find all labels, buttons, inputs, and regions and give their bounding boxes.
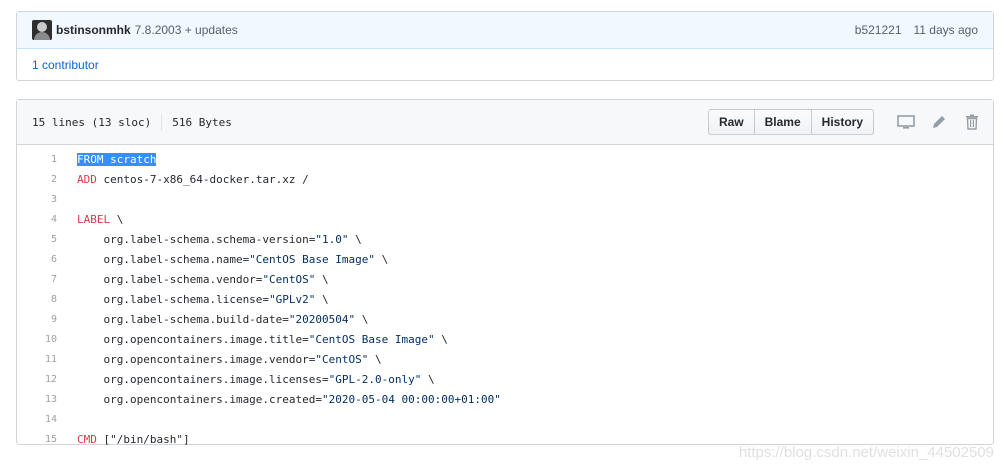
code-text: org.label-schema.schema-version=: [77, 232, 316, 246]
line-continuation: \: [355, 312, 369, 326]
code-text: centos-7-x86_64-docker.tar.xz /: [96, 172, 309, 186]
code-line: 1 FROM scratch: [17, 149, 993, 169]
code-text: org.opencontainers.image.vendor=: [77, 352, 316, 366]
file-view: 15 lines (13 sloc) 516 Bytes Raw Blame H…: [16, 99, 994, 446]
line-content: org.label-schema.vendor="CentOS" \: [77, 272, 329, 286]
desktop-icon[interactable]: [895, 109, 917, 135]
commit-age: 11 days ago: [913, 23, 979, 37]
code-text: org.label-schema.name=: [77, 252, 250, 266]
file-info: 15 lines (13 sloc) 516 Bytes: [32, 113, 232, 131]
line-content: ADD centos-7-x86_64-docker.tar.xz /: [77, 173, 309, 186]
history-button[interactable]: History: [810, 109, 874, 135]
code-text: org.opencontainers.image.licenses=: [77, 372, 329, 386]
divider: [161, 113, 163, 131]
string-literal: "GPL-2.0-only": [328, 372, 422, 386]
line-number[interactable]: 15: [17, 434, 57, 445]
string-literal: "CentOS": [315, 352, 369, 366]
code-line: 10 org.opencontainers.image.title="CentO…: [17, 329, 993, 349]
line-number[interactable]: 2: [17, 174, 57, 185]
line-content: org.opencontainers.image.vendor="CentOS"…: [77, 352, 382, 366]
code-line: 12 org.opencontainers.image.licenses="GP…: [17, 369, 993, 389]
watermark: https://blog.csdn.net/weixin_44502509: [738, 444, 994, 461]
code-text: org.opencontainers.image.created=: [77, 392, 323, 406]
code-line: 4 LABEL \: [17, 209, 993, 229]
line-content: org.label-schema.name="CentOS Base Image…: [77, 253, 388, 266]
line-continuation: \: [375, 252, 389, 266]
file-header: 15 lines (13 sloc) 516 Bytes Raw Blame H…: [17, 100, 993, 145]
code-line: 2 ADD centos-7-x86_64-docker.tar.xz /: [17, 169, 993, 189]
line-number[interactable]: 14: [17, 414, 57, 425]
string-literal: "2020-05-04 00:00:00+01:00": [322, 392, 501, 406]
code-text: org.label-schema.license=: [77, 292, 270, 306]
code-line: 7 org.label-schema.vendor="CentOS" \: [17, 269, 993, 289]
line-number[interactable]: 6: [17, 254, 57, 265]
line-content: org.opencontainers.image.created="2020-0…: [77, 392, 501, 406]
code-text: org.opencontainers.image.title=: [77, 332, 309, 346]
line-count: 15 lines (13 sloc): [32, 115, 152, 129]
code-text: \: [110, 212, 124, 226]
line-content: org.label-schema.license="GPLv2" \: [77, 292, 329, 306]
code-line: 11 org.opencontainers.image.vendor="Cent…: [17, 349, 993, 369]
code-line: 3: [17, 189, 993, 209]
string-literal: "CentOS": [262, 272, 316, 286]
line-continuation: \: [315, 292, 329, 306]
string-literal: "GPLv2": [269, 292, 316, 306]
string-literal: "CentOS Base Image": [308, 332, 435, 346]
code-line: 8 org.label-schema.license="GPLv2" \: [17, 289, 993, 309]
line-number[interactable]: 8: [17, 294, 57, 305]
line-continuation: \: [368, 352, 382, 366]
string-literal: "20200504": [288, 312, 356, 326]
line-number[interactable]: 5: [17, 234, 57, 245]
code-listing: 1 FROM scratch 2 ADD centos-7-x86_64-docker…: [17, 145, 993, 449]
contributors-bar: 1 contributor: [17, 49, 993, 80]
blame-button[interactable]: Blame: [753, 109, 812, 135]
string-literal: "1.0": [315, 232, 349, 246]
commit-tease: bstinsonmhk 7.8.2003 + updates b521221 1…: [16, 11, 994, 81]
code-line: 14: [17, 409, 993, 429]
line-number[interactable]: 13: [17, 394, 57, 405]
code-text: org.label-schema.vendor=: [77, 272, 263, 286]
line-number[interactable]: 12: [17, 374, 57, 385]
contributors-link[interactable]: 1 contributor: [32, 58, 99, 72]
file-size: 516 Bytes: [172, 115, 232, 129]
keyword: LABEL: [77, 212, 111, 226]
author-link[interactable]: bstinsonmhk: [56, 23, 131, 37]
commit-sha[interactable]: b521221: [855, 23, 902, 37]
line-content: CMD ["/bin/bash"]: [77, 433, 190, 446]
line-continuation: \: [421, 372, 435, 386]
avatar[interactable]: [32, 20, 52, 40]
line-number[interactable]: 3: [17, 194, 57, 205]
line-content: FROM scratch: [77, 152, 157, 166]
line-content: org.label-schema.schema-version="1.0" \: [77, 232, 362, 246]
code-text: org.label-schema.build-date=: [77, 312, 289, 326]
code-line: 6 org.label-schema.name="CentOS Base Ima…: [17, 249, 993, 269]
code-line: 5 org.label-schema.schema-version="1.0" …: [17, 229, 993, 249]
line-number[interactable]: 11: [17, 354, 57, 365]
line-number[interactable]: 4: [17, 214, 57, 225]
code-line: 13 org.opencontainers.image.created="202…: [17, 389, 993, 409]
commit-message[interactable]: 7.8.2003 + updates: [135, 23, 238, 37]
line-number[interactable]: 7: [17, 274, 57, 285]
line-continuation: \: [315, 272, 329, 286]
commit-header: bstinsonmhk 7.8.2003 + updates b521221 1…: [17, 12, 993, 49]
keyword: CMD: [77, 432, 97, 446]
line-number[interactable]: 1: [17, 154, 57, 165]
trash-icon[interactable]: [961, 109, 983, 135]
line-continuation: \: [434, 332, 448, 346]
line-continuation: \: [348, 232, 362, 246]
line-number[interactable]: 9: [17, 314, 57, 325]
line-content: org.label-schema.build-date="20200504" \: [77, 313, 368, 326]
selected-text: FROM scratch: [77, 152, 157, 166]
code-text: ["/bin/bash"]: [96, 432, 190, 446]
line-content: org.opencontainers.image.licenses="GPL-2…: [77, 372, 435, 386]
keyword: ADD: [77, 172, 97, 186]
pencil-icon[interactable]: [928, 109, 950, 135]
string-literal: "CentOS Base Image": [249, 252, 376, 266]
code-line: 9 org.label-schema.build-date="20200504"…: [17, 309, 993, 329]
raw-button[interactable]: Raw: [707, 109, 755, 135]
line-number[interactable]: 10: [17, 334, 57, 345]
line-content: LABEL \: [77, 213, 123, 226]
file-actions: Raw Blame History: [707, 109, 874, 135]
line-content: org.opencontainers.image.title="CentOS B…: [77, 332, 448, 346]
